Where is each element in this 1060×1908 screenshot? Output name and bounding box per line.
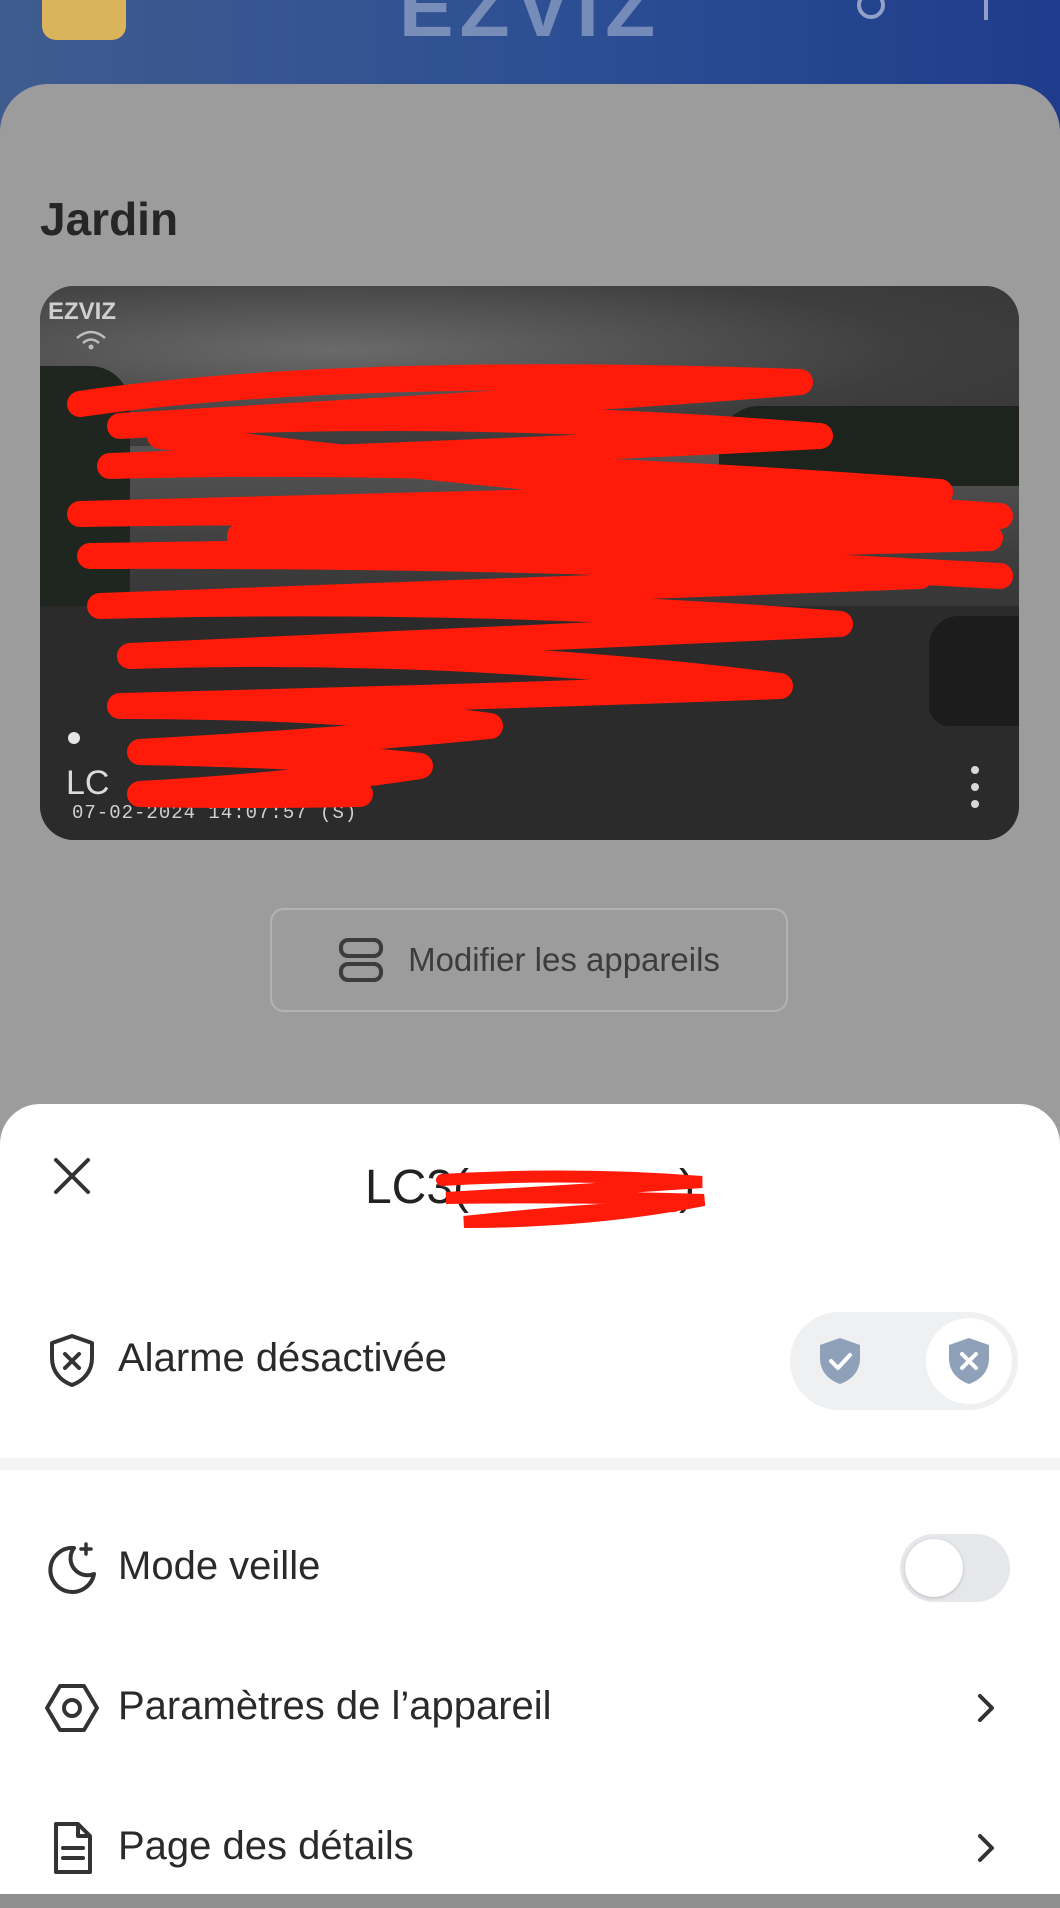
chevron-right-icon bbox=[978, 1834, 994, 1862]
settings-hexagon-icon bbox=[45, 1684, 99, 1732]
shield-x-filled-icon bbox=[949, 1338, 989, 1384]
toggle-knob bbox=[905, 1539, 963, 1597]
alarm-label: Alarme désactivée bbox=[118, 1336, 448, 1380]
shield-check-icon[interactable] bbox=[816, 1336, 864, 1386]
camera-preview[interactable]: EZVIZ LC 07-02-2024 14:07:57 (S) bbox=[40, 286, 1019, 840]
search-icon[interactable] bbox=[856, 0, 892, 26]
modify-devices-button[interactable]: Modifier les appareils bbox=[270, 908, 788, 1012]
sleep-mode-label: Mode veille bbox=[118, 1544, 321, 1588]
more-vertical-icon[interactable] bbox=[965, 764, 985, 810]
section-divider bbox=[0, 1458, 1060, 1470]
chevron-right-icon bbox=[978, 1694, 994, 1722]
device-settings-label: Paramètres de l’appareil bbox=[118, 1684, 552, 1728]
alarm-mode-switch[interactable] bbox=[790, 1312, 1018, 1410]
moon-icon bbox=[48, 1542, 96, 1594]
document-icon bbox=[54, 1822, 92, 1874]
shield-x-icon bbox=[50, 1334, 94, 1387]
title-redaction-scribble bbox=[436, 1170, 706, 1228]
sleep-mode-toggle[interactable] bbox=[900, 1534, 1010, 1602]
devices-icon bbox=[339, 938, 384, 982]
group-title: Jardin bbox=[40, 193, 179, 245]
details-page-label: Page des détails bbox=[118, 1824, 414, 1868]
row-details-page[interactable]: Page des détails bbox=[0, 1788, 1060, 1908]
row-device-settings[interactable]: Paramètres de l’appareil bbox=[0, 1648, 1060, 1768]
alarm-switch-knob[interactable] bbox=[926, 1318, 1012, 1404]
plus-icon[interactable] bbox=[968, 0, 1004, 22]
brand-title: EZVIZ bbox=[398, 0, 662, 54]
redaction-scribble bbox=[67, 364, 1013, 808]
modify-devices-label: Modifier les appareils bbox=[408, 941, 720, 978]
device-bottom-sheet: LC3() bbox=[0, 1104, 1060, 1894]
